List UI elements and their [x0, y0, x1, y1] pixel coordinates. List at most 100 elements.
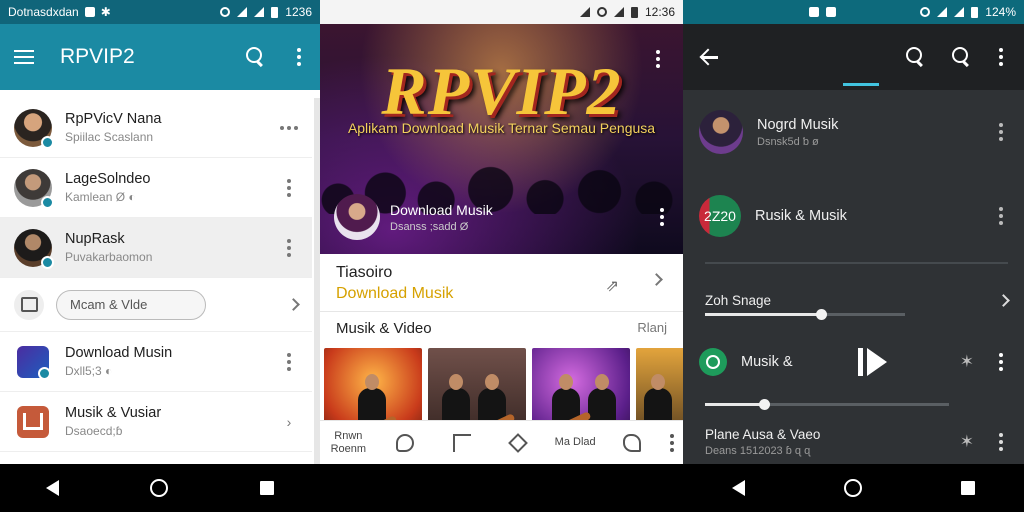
channel-list: RpPVicV Nana Spiilac Scaslann LageSolnde…: [0, 98, 312, 452]
tab-bookmarks[interactable]: [438, 433, 486, 452]
kebab-icon[interactable]: [994, 48, 1008, 66]
list-item[interactable]: Plane Ausa & Vaeo Deans 1512023 ɓ ɋ ɋ ✶: [683, 424, 1024, 460]
tab-library[interactable]: [494, 432, 542, 453]
list-item-title: LageSolndeo: [65, 171, 151, 187]
list-item-title: Nogrd Musik: [757, 116, 839, 133]
share-icon[interactable]: ⇗: [606, 276, 619, 296]
app-icon: [17, 405, 49, 438]
kebab-icon[interactable]: [994, 123, 1008, 141]
play-icon[interactable]: [857, 348, 890, 376]
thumbs-up-icon: [622, 433, 641, 452]
see-more-link[interactable]: Rlanj: [637, 320, 667, 337]
featured-item-title: Download Musik: [390, 201, 493, 218]
search-icon[interactable]: [906, 47, 926, 67]
avatar: [699, 110, 743, 154]
player-track-title: Musik &: [741, 354, 793, 370]
list-item-text: LageSolndeo Kamlean Ø ◐: [65, 171, 280, 204]
slider-knob[interactable]: [758, 399, 770, 410]
tab-label: Rnwn Roenm: [330, 430, 367, 455]
tab-indicator: [843, 83, 879, 86]
status-bar: 12:36: [320, 0, 683, 24]
kebab-icon[interactable]: [292, 48, 306, 66]
avatar: [14, 228, 54, 269]
player-toolbar: [683, 24, 1024, 90]
kebab-icon[interactable]: [665, 433, 679, 452]
featured-item[interactable]: Download Musik Dsanss ;sadd Ø: [334, 194, 669, 240]
more-vertical-button[interactable]: [280, 352, 298, 371]
list-item-selected[interactable]: NupRask Puvakarbaomon: [0, 218, 312, 278]
nav-recents-icon[interactable]: [260, 481, 275, 495]
hero-banner[interactable]: RPVIP2 Aplikam Download Musik Ternar Sem…: [320, 24, 683, 254]
kebab-icon[interactable]: [994, 207, 1008, 225]
battery-icon: [630, 6, 638, 18]
screen-app-list: Dotnasdxdan ✱ 1236 RPVIP2 RpPVicV Nana S…: [0, 0, 320, 512]
signal-icon: [954, 7, 965, 17]
list-item[interactable]: Download Musin Dxll5;3 ◐: [0, 332, 312, 392]
nav-home-icon[interactable]: [150, 479, 169, 497]
chevron-right-icon[interactable]: [997, 293, 1010, 307]
list-item[interactable]: LageSolndeo Kamlean Ø ◐: [0, 158, 312, 218]
hamburger-icon[interactable]: [14, 50, 34, 64]
bottom-tab-bar: Rnwn Roenm Ma Dlad: [320, 420, 683, 464]
list-item[interactable]: RpPVicV Nana Spiilac Scaslann: [0, 98, 312, 158]
wifi-icon: [937, 7, 948, 17]
slider-label: Zoh Snage: [705, 292, 772, 308]
system-nav-bar: [683, 464, 1024, 512]
status-time: 1236: [285, 5, 312, 19]
tab-likes[interactable]: [608, 433, 656, 452]
list-item-title: Musik & Vusiar: [65, 405, 162, 421]
tab-label: Ma Dlad: [554, 436, 596, 449]
download-section[interactable]: Tiasoiro Download Musik ⇗: [320, 254, 683, 312]
kebab-icon[interactable]: [994, 433, 1008, 451]
battery-icon: [271, 6, 279, 18]
list-item-text: Download Musin Dxll5;3 ◐: [65, 345, 280, 378]
more-horizontal-icon[interactable]: [280, 125, 298, 130]
app-icon: [17, 345, 51, 380]
tab-downloads[interactable]: Ma Dlad: [551, 436, 599, 448]
progress-slider[interactable]: [705, 309, 905, 320]
star-icon[interactable]: ✶: [960, 432, 974, 452]
tab-home[interactable]: Rnwn Roenm: [324, 430, 372, 454]
category-pill[interactable]: Mcam & Vlde: [56, 289, 206, 320]
list-item[interactable]: 2Z20 Rusik & Musik: [683, 192, 1024, 240]
featured-item-subtitle: Dsanss ;sadd Ø: [390, 220, 469, 233]
kebab-icon[interactable]: [655, 208, 669, 226]
more-vertical-button[interactable]: [280, 238, 298, 257]
chevron-right-icon[interactable]: [287, 298, 300, 311]
list-item-text: NupRask Puvakarbaomon: [65, 231, 280, 264]
system-nav-bar: [320, 464, 683, 512]
list-item[interactable]: Musik & Vusiar Dsaoecd;ɓ ›: [0, 392, 312, 452]
chevron-right-icon[interactable]: ›: [280, 414, 298, 430]
list-item-title: NupRask: [65, 231, 125, 247]
kebab-icon[interactable]: [994, 353, 1008, 371]
tab-chat[interactable]: [381, 433, 429, 452]
screen-player: 124% Nogrd Musik Dsnsk5d ƅ ø 2Z20 Rusik …: [683, 0, 1024, 512]
slider-knob[interactable]: [816, 309, 827, 320]
list-item-subtitle: Dsnsk5d ƅ ø: [757, 135, 819, 148]
list-item-text: Nogrd Musik Dsnsk5d ƅ ø: [757, 117, 994, 148]
list-item-subtitle: Dxll5;3 ◐: [65, 364, 113, 378]
folder-icon[interactable]: [14, 289, 44, 320]
divider: [705, 262, 1008, 264]
search-icon[interactable]: [952, 47, 972, 67]
verified-badge-icon: [41, 135, 54, 149]
location-icon: [220, 7, 231, 17]
arrow-left-icon[interactable]: [699, 47, 719, 67]
more-vertical-button[interactable]: [280, 178, 298, 197]
list-item[interactable]: Nogrd Musik Dsnsk5d ƅ ø: [683, 104, 1024, 160]
list-item-text: Musik & Vusiar Dsaoecd;ɓ: [65, 405, 280, 438]
featured-item-text: Download Musik Dsanss ;sadd Ø: [390, 202, 655, 233]
player-row: Musik & ✶: [683, 344, 1024, 380]
nav-back-icon[interactable]: [732, 480, 746, 496]
list-item-subtitle: Deans 1512023 ɓ ɋ ɋ: [705, 445, 811, 457]
nav-recents-icon[interactable]: [960, 481, 975, 495]
star-icon[interactable]: ✶: [960, 352, 974, 372]
search-icon[interactable]: [246, 47, 266, 67]
nav-home-icon[interactable]: [843, 479, 862, 497]
nav-back-icon[interactable]: [45, 480, 59, 496]
app-bar: RPVIP2: [0, 24, 320, 90]
kebab-icon[interactable]: [651, 50, 665, 68]
list-item-title: Rusik & Musik: [755, 208, 847, 224]
section-header: Musik & Video Rlanj: [336, 320, 667, 337]
volume-slider[interactable]: [705, 399, 949, 410]
